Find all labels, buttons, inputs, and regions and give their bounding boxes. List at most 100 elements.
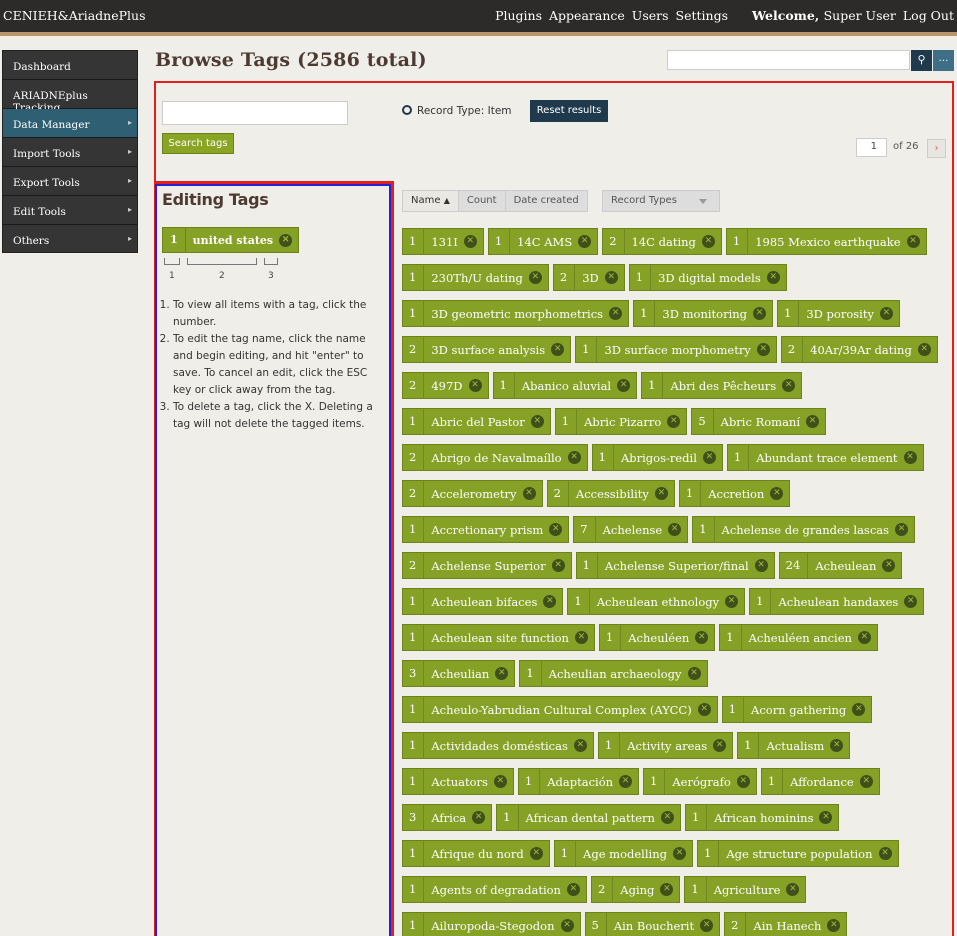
sidebar-item-others[interactable]: Others ▸: [3, 225, 137, 252]
tag-count-link[interactable]: 1: [403, 877, 425, 902]
close-circle-icon[interactable]: ✕: [578, 235, 592, 248]
close-circle-icon[interactable]: ✕: [560, 919, 574, 932]
tag-count-link[interactable]: 1: [519, 769, 541, 794]
tag-count-link[interactable]: 1: [634, 301, 656, 326]
tag-count-link[interactable]: 1: [630, 265, 652, 290]
tag-count-link[interactable]: 1: [728, 445, 750, 470]
tag-name[interactable]: Activity areas: [620, 739, 713, 753]
tag-count-link[interactable]: 1: [494, 373, 515, 398]
tag-name[interactable]: 14C AMS: [510, 235, 578, 249]
tag-name[interactable]: Affordance: [783, 775, 860, 789]
tag-name[interactable]: Age modelling: [576, 847, 673, 861]
tag-name[interactable]: 3D digital models: [651, 271, 767, 285]
tag-name[interactable]: African hominins: [707, 811, 819, 825]
tag-count-link[interactable]: 24: [780, 553, 809, 578]
tag-count-link[interactable]: 1: [644, 769, 666, 794]
record-types-select[interactable]: Record Types: [602, 190, 720, 212]
sort-by-name[interactable]: Name ▲: [403, 191, 459, 211]
close-circle-icon[interactable]: ✕: [543, 595, 557, 608]
tag-name[interactable]: Age structure population: [719, 847, 878, 861]
tag-name[interactable]: Ain Hanech: [746, 919, 827, 933]
tag-count-link[interactable]: 2: [403, 481, 425, 506]
close-circle-icon[interactable]: ✕: [495, 667, 509, 680]
tag-count-link[interactable]: 1: [403, 409, 425, 434]
tag-name[interactable]: 3D surface analysis: [424, 343, 551, 357]
tag-name[interactable]: Abric del Pastor: [424, 415, 530, 429]
tag-count-link[interactable]: 1: [577, 553, 598, 578]
close-circle-icon[interactable]: ✕: [468, 379, 482, 392]
sidebar-item-data-manager[interactable]: Data Manager ▸: [3, 109, 137, 138]
tag-count-link[interactable]: 1: [403, 229, 425, 254]
close-circle-icon[interactable]: ✕: [687, 667, 701, 680]
tag-count-link[interactable]: 1: [685, 877, 707, 902]
sidebar-item-import-tools[interactable]: Import Tools ▸: [3, 138, 137, 167]
tag-count-link[interactable]: 2: [603, 229, 625, 254]
tag-name[interactable]: Ailuropoda-Stegodon: [424, 919, 560, 933]
tag-name[interactable]: Accretion: [701, 487, 770, 501]
tag-name[interactable]: Abri des Pêcheurs: [663, 379, 782, 393]
tag-name[interactable]: Acheulian: [424, 667, 495, 681]
tag-name[interactable]: 14C dating: [625, 235, 702, 249]
user-name-link[interactable]: Super User: [824, 8, 896, 23]
tag-name[interactable]: Acheulean handaxes: [771, 595, 904, 609]
tag-name[interactable]: Accelerometry: [424, 487, 522, 501]
tag-name[interactable]: Achelense Superior: [424, 559, 551, 573]
tag-name[interactable]: Abric Pizarro: [577, 415, 667, 429]
nav-users[interactable]: Users: [632, 8, 669, 23]
tag-count-link[interactable]: 1: [403, 841, 425, 866]
close-circle-icon[interactable]: ✕: [806, 415, 820, 428]
close-circle-icon[interactable]: ✕: [903, 451, 917, 464]
tag-name[interactable]: Actuators: [424, 775, 494, 789]
tag-count-link[interactable]: 1: [642, 373, 664, 398]
tag-count-link[interactable]: 1: [720, 625, 742, 650]
sort-by-date[interactable]: Date created: [506, 191, 587, 211]
close-circle-icon[interactable]: ✕: [695, 631, 709, 644]
close-circle-icon[interactable]: ✕: [895, 523, 909, 536]
close-circle-icon[interactable]: ✕: [619, 775, 633, 788]
page-number-input[interactable]: 1: [856, 138, 887, 157]
close-circle-icon[interactable]: ✕: [701, 235, 715, 248]
close-circle-icon[interactable]: ✕: [529, 847, 543, 860]
close-circle-icon[interactable]: ✕: [463, 235, 477, 248]
tag-name[interactable]: Actualism: [759, 739, 830, 753]
tag-name[interactable]: 1985 Mexico earthquake: [748, 235, 906, 249]
close-circle-icon[interactable]: ✕: [819, 811, 833, 824]
tag-name[interactable]: Achelense Superior/final: [598, 559, 755, 573]
tag-count-link[interactable]: 1: [403, 625, 425, 650]
tag-name[interactable]: Abrigo de Navalmaíllo: [424, 451, 567, 465]
tag-name[interactable]: Achelense: [596, 523, 669, 537]
close-circle-icon[interactable]: ✕: [528, 271, 542, 284]
tag-name[interactable]: Acheulo-Yabrudian Cultural Complex (AYCC…: [424, 703, 697, 717]
close-circle-icon[interactable]: ✕: [882, 559, 896, 572]
tag-name[interactable]: Adaptación: [540, 775, 619, 789]
tag-count-link[interactable]: 1: [403, 589, 425, 614]
close-circle-icon[interactable]: ✕: [713, 739, 727, 752]
tag-count-link[interactable]: 2: [592, 877, 614, 902]
tag-name[interactable]: 3D porosity: [799, 307, 880, 321]
close-circle-icon[interactable]: ✕: [756, 343, 770, 356]
close-circle-icon[interactable]: ✕: [617, 379, 631, 392]
tag-name[interactable]: Aerógrafo: [665, 775, 736, 789]
nav-appearance[interactable]: Appearance: [549, 8, 625, 23]
close-circle-icon[interactable]: ✕: [573, 739, 587, 752]
tag-count-link[interactable]: 1: [727, 229, 749, 254]
site-title[interactable]: CENIEH&AriadnePlus: [3, 8, 146, 23]
close-circle-icon[interactable]: ✕: [859, 775, 873, 788]
close-circle-icon[interactable]: ✕: [770, 487, 784, 500]
close-circle-icon[interactable]: ✕: [827, 919, 841, 932]
tag-name[interactable]: Acheulean: [808, 559, 882, 573]
tag-count-link[interactable]: 1: [593, 445, 614, 470]
tag-count-link[interactable]: 2: [403, 337, 425, 362]
tag-name[interactable]: Actividades domésticas: [424, 739, 574, 753]
tag-count-link[interactable]: 1: [555, 841, 577, 866]
sort-by-count[interactable]: Count: [459, 191, 506, 211]
close-circle-icon[interactable]: ✕: [754, 559, 768, 572]
tag-count-link[interactable]: 1: [680, 481, 702, 506]
close-circle-icon[interactable]: ✕: [830, 739, 844, 752]
tag-count-link[interactable]: 1: [556, 409, 578, 434]
close-circle-icon[interactable]: ✕: [472, 811, 486, 824]
tag-count-link[interactable]: 1: [497, 805, 519, 830]
tag-count-link[interactable]: 2: [554, 265, 576, 290]
close-circle-icon[interactable]: ✕: [566, 883, 580, 896]
close-circle-icon[interactable]: ✕: [668, 523, 682, 536]
